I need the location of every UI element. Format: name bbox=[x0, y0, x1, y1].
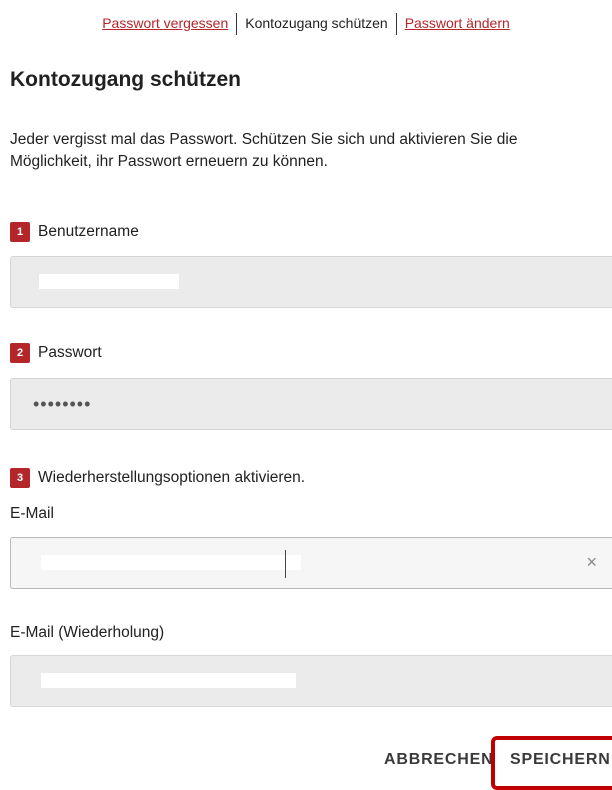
step-number-badge: 2 bbox=[10, 343, 30, 363]
nav-divider bbox=[395, 13, 397, 36]
password-dots: •••••••• bbox=[33, 394, 92, 414]
intro-text: Jeder vergisst mal das Passwort. Schütze… bbox=[10, 131, 518, 170]
page-title: Kontozugang schützen bbox=[10, 68, 241, 91]
password-field[interactable]: •••••••• bbox=[10, 378, 612, 430]
text-cursor bbox=[285, 550, 286, 578]
cancel-button[interactable]: ABBRECHEN bbox=[384, 747, 493, 773]
email-label: E-Mail bbox=[10, 505, 54, 522]
redaction-mask bbox=[41, 673, 296, 688]
email-repeat-field[interactable] bbox=[10, 655, 612, 707]
redaction-mask bbox=[39, 274, 179, 289]
step-number-badge: 1 bbox=[10, 222, 30, 242]
nav-current-page: Kontozugang schützen bbox=[245, 15, 388, 31]
email-field[interactable]: × bbox=[10, 537, 612, 589]
step-1-header: 1 Benutzername bbox=[10, 222, 139, 242]
step-number-badge: 3 bbox=[10, 468, 30, 488]
redaction-mask bbox=[41, 555, 301, 570]
step-label: Wiederherstellungsoptionen aktivieren. bbox=[38, 469, 306, 486]
email-repeat-label: E-Mail (Wiederholung) bbox=[10, 624, 165, 641]
step-label: Passwort bbox=[38, 344, 102, 361]
save-button[interactable]: SPEICHERN bbox=[510, 747, 611, 773]
step-2-header: 2 Passwort bbox=[10, 343, 102, 363]
link-change-password[interactable]: Passwort ändern bbox=[405, 15, 510, 31]
step-label: Benutzername bbox=[38, 223, 139, 240]
username-field[interactable] bbox=[10, 256, 612, 308]
nav-divider bbox=[236, 13, 238, 36]
clear-icon[interactable]: × bbox=[586, 552, 597, 572]
link-forgot-password[interactable]: Passwort vergessen bbox=[102, 15, 228, 31]
top-navigation: Passwort vergessen Kontozugang schützen Pa… bbox=[0, 11, 612, 36]
step-3-header: 3 Wiederherstellungsoptionen aktivieren. bbox=[10, 468, 305, 488]
